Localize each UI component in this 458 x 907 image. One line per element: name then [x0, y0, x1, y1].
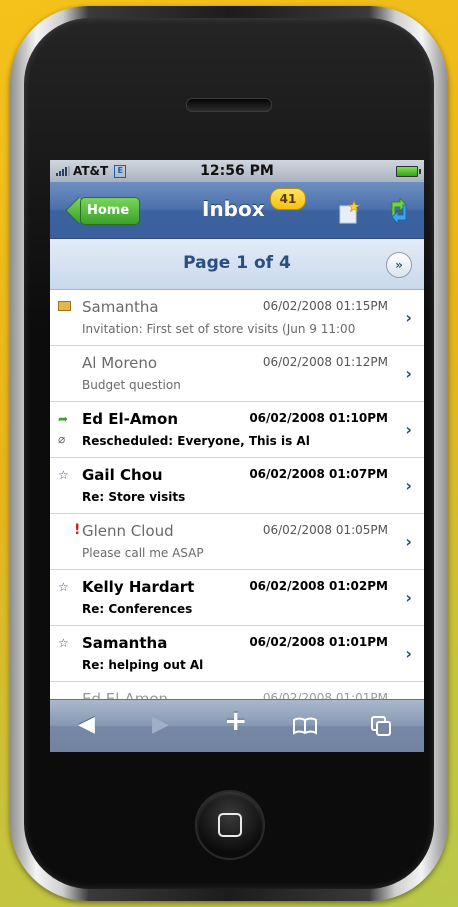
forward-arrow-icon[interactable]: ▶: [152, 714, 169, 736]
message-row[interactable]: ! Glenn Cloud 06/02/2008 01:05PM Please …: [50, 514, 424, 570]
star-icon: ☆: [58, 580, 69, 594]
message-subject: Invitation: First set of store visits (J…: [82, 322, 356, 336]
book-icon[interactable]: [292, 716, 318, 736]
home-back-button[interactable]: Home: [80, 197, 141, 225]
browser-toolbar: ◀ ▶ +: [50, 699, 424, 752]
message-sender: Ed El-Amon: [82, 410, 179, 428]
message-date: 06/02/2008 01:01PM: [249, 635, 388, 649]
plus-icon[interactable]: +: [224, 707, 247, 735]
phone-screen: AT&T E 12:56 PM Home Inbox 41 Page 1 of …: [50, 160, 424, 752]
message-sender: Kelly Hardart: [82, 578, 195, 596]
message-date: 06/02/2008 01:10PM: [249, 411, 388, 425]
star-icon: ☆: [58, 636, 69, 650]
message-subject: Rescheduled: Everyone, This is Al: [82, 434, 310, 448]
attachment-icon: ⌀: [58, 432, 66, 446]
message-date: 06/02/2008 01:15PM: [262, 299, 388, 313]
message-row[interactable]: ☆ Samantha 06/02/2008 01:01PM Re: helpin…: [50, 626, 424, 682]
page-indicator: Page 1 of 4: [183, 253, 291, 273]
message-row[interactable]: ☆ Kelly Hardart 06/02/2008 01:02PM Re: C…: [50, 570, 424, 626]
navigation-bar: Home Inbox 41: [50, 182, 424, 239]
message-sender: Glenn Cloud: [82, 522, 174, 540]
message-subject: Re: Conferences: [82, 602, 193, 616]
message-row[interactable]: Al Moreno 06/02/2008 01:12PM Budget ques…: [50, 346, 424, 402]
chevron-right-icon: ›: [405, 364, 412, 383]
message-sender: Samantha: [82, 634, 168, 652]
message-sender: Samantha: [82, 298, 159, 316]
inbox-title: Inbox: [202, 197, 265, 221]
message-date: 06/02/2008 01:07PM: [249, 467, 388, 481]
unread-count-badge: 41: [270, 188, 306, 210]
status-bar: AT&T E 12:56 PM: [50, 160, 424, 182]
chevron-right-icon: ›: [405, 420, 412, 439]
chevron-right-icon: ›: [405, 308, 412, 327]
message-row[interactable]: ☆ Gail Chou 06/02/2008 01:07PM Re: Store…: [50, 458, 424, 514]
message-subject: Re: Store visits: [82, 490, 186, 504]
high-priority-icon: !: [74, 522, 81, 538]
next-page-button[interactable]: »: [386, 252, 412, 278]
refresh-icon[interactable]: [386, 198, 412, 224]
battery-icon: [396, 166, 421, 177]
back-arrow-icon[interactable]: ◀: [78, 714, 95, 736]
chevron-right-icon: ›: [405, 588, 412, 607]
invitation-icon: [58, 300, 71, 314]
message-date: 06/02/2008 01:12PM: [262, 355, 388, 369]
message-subject: Re: helping out Al: [82, 658, 204, 672]
message-row[interactable]: Samantha 06/02/2008 01:15PM Invitation: …: [50, 290, 424, 346]
chevron-right-icon: ›: [405, 644, 412, 663]
message-list: Samantha 06/02/2008 01:15PM Invitation: …: [50, 290, 424, 712]
message-date: 06/02/2008 01:05PM: [262, 523, 388, 537]
compose-icon[interactable]: [338, 200, 360, 224]
earpiece-speaker: [186, 98, 272, 112]
home-square-icon: [218, 813, 242, 837]
message-date: 06/02/2008 01:02PM: [249, 579, 388, 593]
message-subject: Budget question: [82, 378, 181, 392]
home-hardware-button[interactable]: [195, 790, 265, 860]
message-sender: Gail Chou: [82, 466, 163, 484]
forwarded-icon: ➦: [58, 412, 69, 426]
chevron-right-icon: ›: [405, 532, 412, 551]
message-sender: Al Moreno: [82, 354, 158, 372]
star-icon: ☆: [58, 468, 69, 482]
message-subject: Please call me ASAP: [82, 546, 204, 560]
chevron-right-icon: ›: [405, 476, 412, 495]
message-row[interactable]: ➦ ⌀ Ed El-Amon 06/02/2008 01:10PM Resche…: [50, 402, 424, 458]
clock: 12:56 PM: [200, 163, 274, 179]
pages-icon[interactable]: [370, 715, 392, 737]
page-header: Page 1 of 4 »: [50, 239, 424, 290]
